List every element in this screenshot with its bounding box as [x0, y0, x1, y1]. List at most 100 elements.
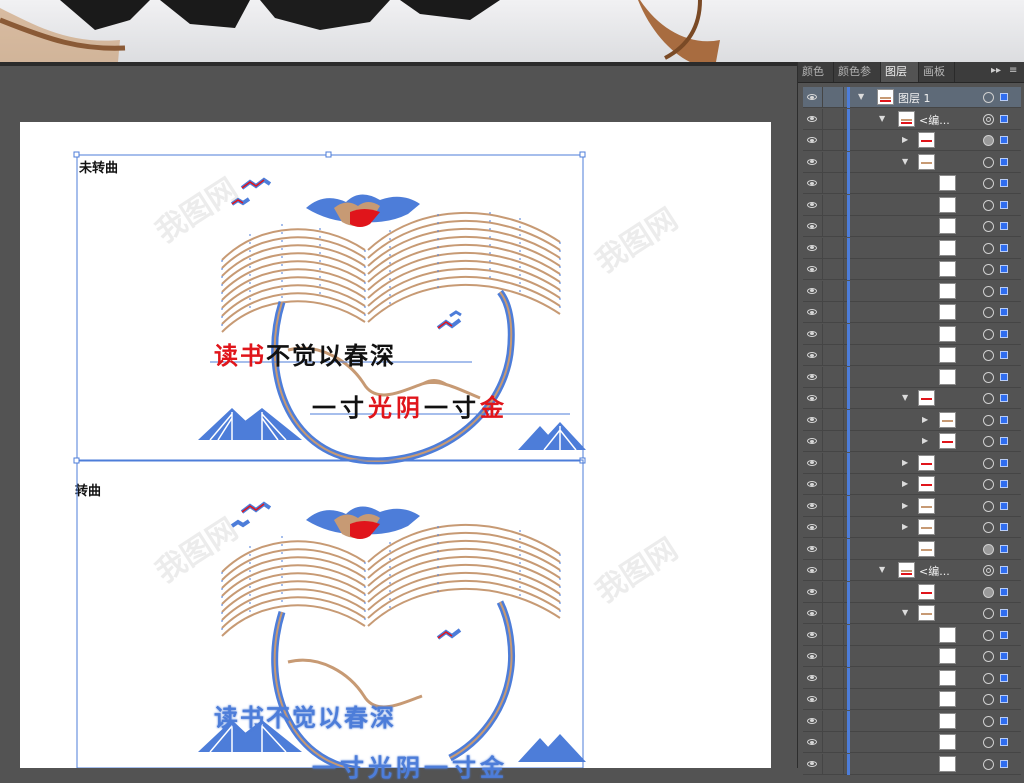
lock-toggle[interactable] [823, 194, 844, 215]
target-circle-icon[interactable] [983, 264, 994, 275]
selection-indicator-icon[interactable] [1000, 458, 1008, 467]
visibility-toggle[interactable] [803, 216, 823, 236]
lock-toggle[interactable] [823, 302, 844, 322]
lock-toggle[interactable] [823, 560, 844, 580]
selection-indicator-icon[interactable] [1000, 480, 1008, 488]
lock-toggle[interactable] [823, 646, 844, 666]
target-circle-icon[interactable] [983, 113, 994, 125]
lock-toggle[interactable] [823, 732, 844, 752]
selection-indicator-icon[interactable] [1000, 716, 1008, 725]
layer-row[interactable] [803, 345, 1021, 366]
layer-row[interactable] [803, 194, 1021, 216]
lock-toggle[interactable] [823, 667, 844, 688]
tab-color[interactable]: 颜色 [798, 62, 834, 82]
selection-indicator-icon[interactable] [1000, 501, 1008, 510]
twirl-right-icon[interactable]: ▶ [902, 479, 908, 489]
selection-indicator-icon[interactable] [1000, 759, 1008, 768]
target-circle-icon[interactable] [983, 307, 994, 318]
visibility-toggle[interactable] [803, 302, 823, 322]
selection-indicator-icon[interactable] [1000, 114, 1008, 123]
layer-row[interactable]: ▼ <编... [803, 108, 1021, 130]
target-circle-icon[interactable] [983, 414, 994, 426]
selection-indicator-icon[interactable] [1000, 222, 1008, 230]
visibility-toggle[interactable] [803, 194, 823, 215]
lock-toggle[interactable] [823, 624, 844, 645]
selection-indicator-icon[interactable] [1000, 652, 1008, 660]
layer-row[interactable] [803, 302, 1021, 323]
visibility-toggle[interactable] [803, 732, 823, 752]
selection-indicator-icon[interactable] [1000, 609, 1008, 617]
selection-indicator-icon[interactable] [1000, 544, 1008, 553]
selection-indicator-icon[interactable] [1000, 437, 1008, 445]
selection-indicator-icon[interactable] [1000, 587, 1008, 596]
twirl-down-icon[interactable]: ▼ [879, 114, 885, 124]
layer-row[interactable] [803, 259, 1021, 280]
layer-name[interactable]: <编... [919, 112, 950, 128]
lock-toggle[interactable] [823, 495, 844, 516]
layer-row[interactable] [803, 710, 1021, 732]
visibility-toggle[interactable] [803, 474, 823, 494]
target-circle-icon[interactable] [983, 328, 994, 340]
layer-row[interactable]: ▼ 图层 1 [803, 87, 1021, 108]
layer-row[interactable] [803, 646, 1021, 667]
layer-row[interactable]: ▶ [803, 431, 1021, 452]
visibility-toggle[interactable] [803, 560, 823, 580]
target-circle-icon[interactable] [983, 694, 994, 705]
twirl-down-icon[interactable]: ▼ [902, 157, 908, 167]
visibility-toggle[interactable] [803, 495, 823, 516]
canvas-workspace[interactable]: 未转曲 转曲 读书不觉以春深 一寸光阴一寸金 读书不觉以春深 一寸光阴一寸金 我… [0, 66, 797, 782]
layer-row[interactable] [803, 753, 1021, 775]
selection-indicator-icon[interactable] [1000, 695, 1008, 703]
selection-indicator-icon[interactable] [1000, 200, 1008, 209]
visibility-toggle[interactable] [803, 173, 823, 193]
lock-toggle[interactable] [823, 388, 844, 408]
layer-row[interactable]: ▶ [803, 517, 1021, 538]
layer-row[interactable]: ▶ [803, 474, 1021, 495]
twirl-right-icon[interactable]: ▶ [902, 135, 908, 145]
selection-indicator-icon[interactable] [1000, 415, 1008, 424]
visibility-toggle[interactable] [803, 108, 823, 129]
visibility-toggle[interactable] [803, 538, 823, 559]
lock-toggle[interactable] [823, 474, 844, 494]
lock-toggle[interactable] [823, 216, 844, 236]
layer-row[interactable] [803, 280, 1021, 302]
lock-toggle[interactable] [823, 538, 844, 559]
target-circle-icon[interactable] [983, 500, 994, 512]
panel-expand-icon[interactable]: ▸▸ [991, 65, 1001, 76]
visibility-toggle[interactable] [803, 345, 823, 365]
lock-toggle[interactable] [823, 237, 844, 258]
selection-indicator-icon[interactable] [1000, 243, 1008, 252]
target-circle-icon[interactable] [983, 651, 994, 662]
twirl-down-icon[interactable]: ▼ [858, 92, 864, 102]
visibility-toggle[interactable] [803, 237, 823, 258]
twirl-right-icon[interactable]: ▶ [922, 415, 928, 425]
layer-row[interactable] [803, 581, 1021, 603]
layer-name[interactable]: 图层 1 [898, 90, 931, 106]
target-circle-icon[interactable] [983, 457, 994, 469]
layer-row[interactable] [803, 237, 1021, 259]
layer-row[interactable]: ▶ [803, 452, 1021, 474]
lock-toggle[interactable] [823, 753, 844, 774]
visibility-toggle[interactable] [803, 87, 823, 107]
layer-row[interactable] [803, 323, 1021, 345]
lock-toggle[interactable] [823, 280, 844, 301]
visibility-toggle[interactable] [803, 603, 823, 623]
target-circle-icon[interactable] [983, 199, 994, 211]
visibility-toggle[interactable] [803, 280, 823, 301]
visibility-toggle[interactable] [803, 753, 823, 774]
lock-toggle[interactable] [823, 130, 844, 150]
target-circle-icon[interactable] [983, 479, 994, 490]
tab-layers[interactable]: 图层 [881, 62, 919, 82]
twirl-down-icon[interactable]: ▼ [902, 393, 908, 403]
layer-row[interactable] [803, 732, 1021, 753]
selection-indicator-icon[interactable] [1000, 566, 1008, 574]
phrase-line-2-outlined[interactable]: 一寸光阴一寸金 [312, 748, 508, 783]
visibility-toggle[interactable] [803, 517, 823, 537]
target-circle-icon[interactable] [983, 737, 994, 748]
visibility-toggle[interactable] [803, 646, 823, 666]
layer-row[interactable] [803, 538, 1021, 560]
phrase-line-2[interactable]: 一寸光阴一寸金 [312, 388, 508, 423]
target-circle-icon[interactable] [983, 608, 994, 619]
layer-row[interactable] [803, 216, 1021, 237]
selection-indicator-icon[interactable] [1000, 157, 1008, 166]
